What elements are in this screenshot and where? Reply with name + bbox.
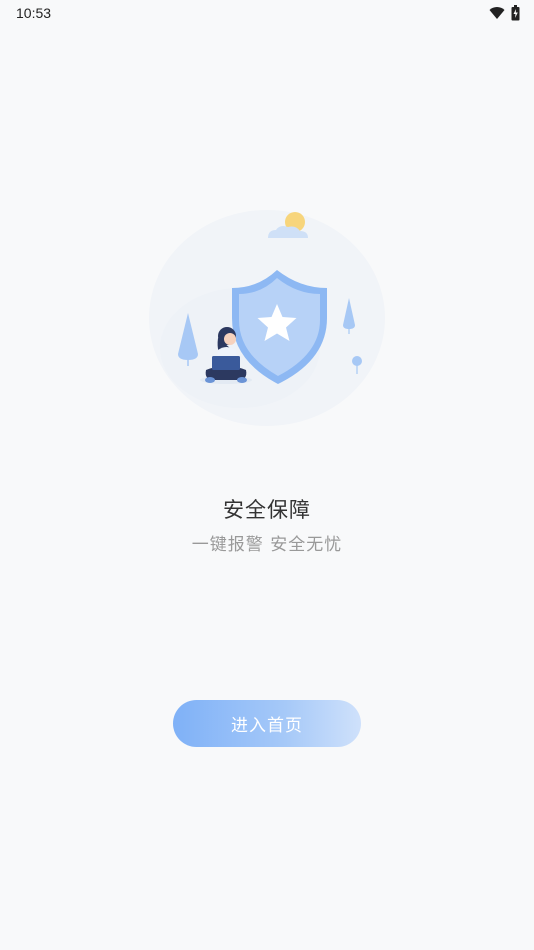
shield-star-illustration [149, 210, 385, 426]
enter-homepage-button[interactable]: 进入首页 [173, 700, 361, 747]
status-time: 10:53 [16, 5, 52, 21]
status-bar: 10:53 [0, 0, 534, 28]
page-subtitle: 一键报警 安全无忧 [191, 535, 343, 555]
battery-charging-icon [511, 5, 520, 21]
wifi-icon [489, 7, 505, 20]
page-title: 安全保障 [223, 498, 311, 522]
status-icons [489, 5, 520, 21]
